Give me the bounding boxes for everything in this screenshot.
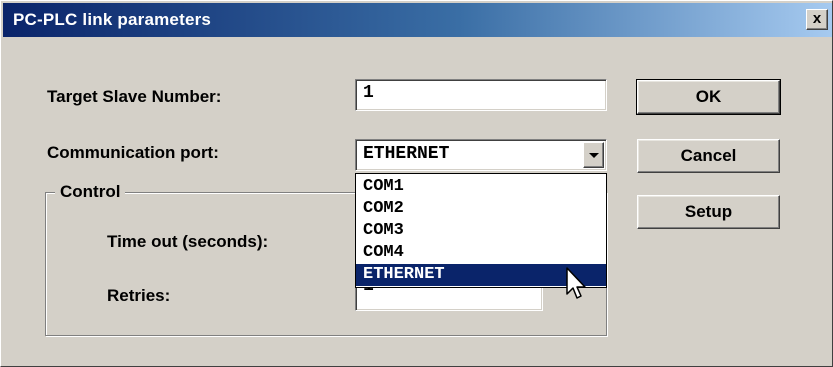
timeout-label: Time out (seconds): <box>107 232 269 251</box>
chevron-down-icon <box>589 153 599 158</box>
target-slave-input[interactable]: 1 <box>355 79 607 111</box>
comm-port-value: ETHERNET <box>363 144 450 164</box>
control-group-legend: Control <box>55 182 126 202</box>
dropdown-option-com2[interactable]: COM2 <box>356 198 606 220</box>
mouse-pointer-icon <box>566 267 586 299</box>
dropdown-option-com4[interactable]: COM4 <box>356 242 606 264</box>
target-slave-label: Target Slave Number: <box>47 87 222 106</box>
dropdown-option-com1[interactable]: COM1 <box>356 176 606 198</box>
ok-button[interactable]: OK <box>636 79 781 115</box>
comm-port-select[interactable]: ETHERNET <box>355 139 607 171</box>
close-button[interactable]: x <box>806 9 828 30</box>
cancel-button[interactable]: Cancel <box>637 139 780 173</box>
comm-port-label: Communication port: <box>47 143 219 162</box>
target-slave-value: 1 <box>363 83 374 103</box>
window-title: PC-PLC link parameters <box>13 10 212 29</box>
retries-label: Retries: <box>107 286 171 305</box>
setup-button[interactable]: Setup <box>637 195 780 229</box>
comm-port-dropdown-button[interactable] <box>583 142 604 168</box>
pc-plc-link-dialog: PC-PLC link parameters x Target Slave Nu… <box>0 0 833 367</box>
dropdown-option-com3[interactable]: COM3 <box>356 220 606 242</box>
close-icon: x <box>812 10 822 27</box>
title-bar[interactable]: PC-PLC link parameters x <box>3 3 832 37</box>
